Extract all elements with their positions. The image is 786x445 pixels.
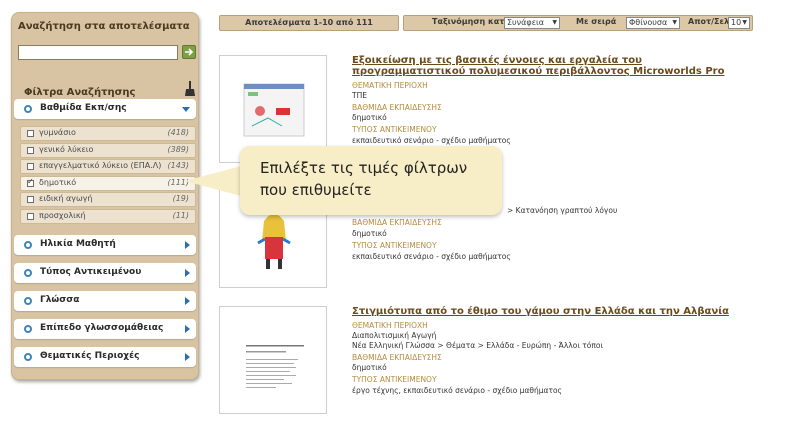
category-language-level[interactable]: Επίπεδο γλωσσομάθειας <box>14 319 196 339</box>
meta-value: > Κατανόηση γραπτού λόγου <box>507 206 618 215</box>
filter-option-epal[interactable]: επαγγελματικό λύκειο (ΕΠΑ.Λ) (143) <box>20 159 196 175</box>
meta-value: Νέα Ελληνική Γλώσσα > Θέματα > Ελλάδα - … <box>352 341 603 350</box>
category-label: Ηλικία Μαθητή <box>40 239 116 249</box>
order-select[interactable]: Φθίνουσα <box>626 17 680 29</box>
meta-value: ΤΠΕ <box>352 91 367 100</box>
category-language[interactable]: Γλώσσα <box>14 291 196 311</box>
callout-line: που επιθυμείτε <box>260 181 372 199</box>
per-page-label: Αποτ/Σελ <box>688 17 730 26</box>
result-item: Στιγμιότυπα από το έθιμο του γάμου στην … <box>219 306 739 416</box>
clear-filters-icon[interactable] <box>184 81 196 97</box>
result-thumbnail[interactable] <box>219 306 327 414</box>
meta-value: δημοτικό <box>352 113 387 122</box>
search-in-results-title: Αναζήτηση στα αποτελέσματα <box>18 21 190 32</box>
category-label: Βαθμίδα Εκπ/σης <box>40 103 127 113</box>
meta-key: ΒΑΘΜΙΔΑ ΕΚΠΑΙΔΕΥΣΗΣ <box>352 353 442 362</box>
category-bullet-icon <box>24 269 32 277</box>
document-preview-image <box>246 345 304 388</box>
callout-pointer <box>185 166 241 196</box>
sort-controls: Ταξινόμηση κατά Συνάφεια Με σειρά Φθίνου… <box>403 15 753 31</box>
order-label: Με σειρά <box>576 17 617 26</box>
filter-sidebar: Αναζήτηση στα αποτελέσματα Φίλτρα Αναζήτ… <box>11 12 199 380</box>
chevron-right-icon <box>185 269 190 277</box>
category-student-age[interactable]: Ηλικία Μαθητή <box>14 235 196 255</box>
option-count: (11) <box>172 210 189 220</box>
education-level-options: γυμνάσιο (418) γενικό λύκειο (389) επαγγ… <box>20 126 196 226</box>
meta-key: ΒΑΘΜΙΔΑ ΕΚΠΑΙΔΕΥΣΗΣ <box>352 103 442 112</box>
search-in-results-input[interactable] <box>18 45 178 60</box>
category-bullet-icon <box>24 353 32 361</box>
chevron-right-icon <box>185 297 190 305</box>
checkbox[interactable] <box>27 163 34 171</box>
search-filters-title: Φίλτρα Αναζήτησης <box>24 87 136 98</box>
per-page-select[interactable]: 10 <box>728 17 750 29</box>
chevron-right-icon <box>185 241 190 249</box>
result-title-link[interactable]: Εξοικείωση με τις βασικές έννοιες και ερ… <box>352 55 742 77</box>
meta-value: εκπαιδευτικό σενάριο - σχέδιο μαθήματος <box>352 252 511 261</box>
meta-key: ΤΥΠΟΣ ΑΝΤΙΚΕΙΜΕΝΟΥ <box>352 241 437 250</box>
category-bullet-icon <box>24 297 32 305</box>
result-title-link[interactable]: Στιγμιότυπα από το έθιμο του γάμου στην … <box>352 306 742 317</box>
meta-value: Διαπολιτισμική Αγωγή <box>352 331 437 340</box>
results-count: Αποτελέσματα 1-10 από 111 <box>219 15 399 31</box>
checkbox[interactable] <box>27 146 34 154</box>
category-bullet-icon <box>24 325 32 333</box>
chevron-down-icon <box>182 107 190 112</box>
option-label: προσχολική <box>39 210 86 220</box>
sort-select[interactable]: Συνάφεια <box>504 17 560 29</box>
arrow-right-icon <box>185 48 194 56</box>
checkbox[interactable] <box>27 130 34 137</box>
option-label: γυμνάσιο <box>39 128 76 137</box>
meta-value: εκπαιδευτικό σενάριο - σχέδιο μαθήματος <box>352 136 511 145</box>
callout-text: Επιλέξτε τις τιμές φίλτρων που επιθυμείτ… <box>260 157 490 201</box>
filter-hint-callout: Επιλέξτε τις τιμές φίλτρων που επιθυμείτ… <box>240 146 502 215</box>
category-label: Επίπεδο γλωσσομάθειας <box>40 323 164 333</box>
search-go-button[interactable] <box>182 45 196 59</box>
option-label: γενικό λύκειο <box>39 144 94 154</box>
filter-option-gymnasio[interactable]: γυμνάσιο (418) <box>20 126 196 141</box>
filter-option-geniko-lykeio[interactable]: γενικό λύκειο (389) <box>20 142 196 158</box>
option-label: επαγγελματικό λύκειο (ΕΠΑ.Λ) <box>39 161 162 171</box>
category-bullet-icon <box>24 241 32 249</box>
chevron-right-icon <box>185 353 190 361</box>
filter-option-prosxoliki[interactable]: προσχολική (11) <box>20 208 196 224</box>
meta-key: ΘΕΜΑΤΙΚΗ ΠΕΡΙΟΧΗ <box>352 81 428 90</box>
option-count: (389) <box>167 144 189 154</box>
meta-key: ΤΥΠΟΣ ΑΝΤΙΚΕΙΜΕΝΟΥ <box>352 125 437 134</box>
meta-value: δημοτικό <box>352 229 387 238</box>
callout-line: Επιλέξτε τις τιμές φίλτρων <box>260 159 468 177</box>
meta-key: ΒΑΘΜΙΔΑ ΕΚΠΑΙΔΕΥΣΗΣ <box>352 218 442 227</box>
checkbox[interactable] <box>27 212 34 220</box>
filter-option-dimotiko[interactable]: δημοτικό (111) <box>20 175 196 191</box>
filter-option-eidiki-agogi[interactable]: ειδική αγωγή (19) <box>20 192 196 208</box>
option-label: ειδική αγωγή <box>39 194 93 204</box>
category-label: Τύπος Αντικειμένου <box>40 267 142 277</box>
checkbox-checked[interactable] <box>27 177 34 187</box>
option-label: δημοτικό <box>39 177 77 187</box>
category-thematic-areas[interactable]: Θεματικές Περιοχές <box>14 347 196 367</box>
category-label: Γλώσσα <box>40 295 80 305</box>
meta-key: ΘΕΜΑΤΙΚΗ ΠΕΡΙΟΧΗ <box>352 321 428 330</box>
category-label: Θεματικές Περιοχές <box>40 351 140 361</box>
meta-key: ΤΥΠΟΣ ΑΝΤΙΚΕΙΜΕΝΟΥ <box>352 375 437 384</box>
meta-value: δημοτικό <box>352 363 387 372</box>
category-education-level[interactable]: Βαθμίδα Εκπ/σης <box>14 99 196 119</box>
sort-label: Ταξινόμηση κατά <box>432 17 510 26</box>
category-bullet-icon <box>24 105 32 113</box>
checkbox[interactable] <box>27 196 34 204</box>
chevron-right-icon <box>185 325 190 333</box>
option-count: (418) <box>167 128 189 137</box>
category-object-type[interactable]: Τύπος Αντικειμένου <box>14 263 196 283</box>
meta-value: έργο τέχνης, εκπαιδευτικό σενάριο - σχέδ… <box>352 386 562 395</box>
